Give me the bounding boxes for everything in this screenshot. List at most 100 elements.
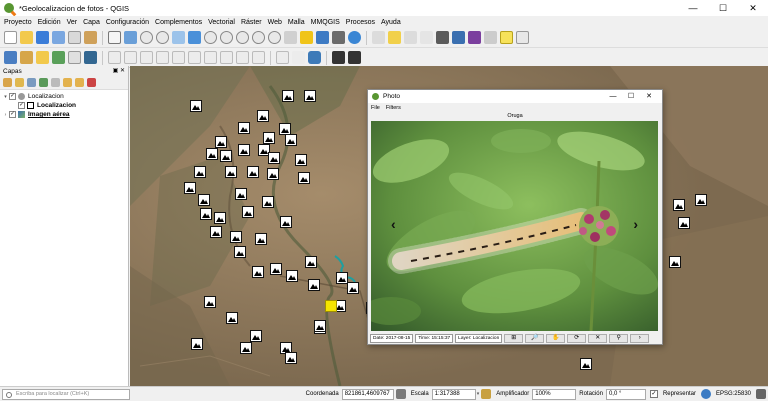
- show-bookmarks-icon[interactable]: [316, 31, 329, 44]
- save-edits-icon[interactable]: [124, 51, 137, 64]
- photo-marker-icon[interactable]: [234, 246, 246, 258]
- field-calculator-icon[interactable]: [436, 31, 449, 44]
- locator-search-input[interactable]: Escriba para localizar (Ctrl+K): [2, 388, 130, 400]
- digitize-icon[interactable]: [140, 51, 153, 64]
- photo-marker-icon[interactable]: [262, 196, 274, 208]
- cut-features-icon[interactable]: [188, 51, 201, 64]
- photo-marker-icon[interactable]: [257, 110, 269, 122]
- photo-marker-icon[interactable]: [267, 168, 279, 180]
- photo-marker-icon[interactable]: [695, 194, 707, 206]
- photo-marker-icon[interactable]: [190, 100, 202, 112]
- photo-marker-icon[interactable]: [270, 263, 282, 275]
- refresh-icon[interactable]: [348, 31, 361, 44]
- pan-to-photo-button[interactable]: ✋: [546, 333, 566, 343]
- save-as-icon[interactable]: [52, 31, 65, 44]
- zoom-selection-icon[interactable]: [204, 31, 217, 44]
- photo-marker-icon[interactable]: [204, 296, 216, 308]
- add-group-icon[interactable]: [15, 78, 24, 87]
- identify-icon[interactable]: [372, 31, 385, 44]
- new-project-icon[interactable]: [4, 31, 17, 44]
- photo-marker-icon[interactable]: [678, 217, 690, 229]
- photo-marker-icon[interactable]: [250, 330, 262, 342]
- menu-raster[interactable]: Ráster: [241, 19, 262, 26]
- new-geopackage-icon[interactable]: [20, 51, 33, 64]
- photo-marker-icon[interactable]: [194, 166, 206, 178]
- photo-marker-icon[interactable]: [198, 194, 210, 206]
- photo-marker-icon[interactable]: [247, 166, 259, 178]
- add-vector-icon[interactable]: [36, 51, 49, 64]
- menu-web[interactable]: Web: [268, 19, 282, 26]
- menu-procesos[interactable]: Procesos: [346, 19, 375, 26]
- menu-ayuda[interactable]: Ayuda: [381, 19, 401, 26]
- lock-scale-icon[interactable]: [481, 389, 492, 399]
- add-delimited-text-icon[interactable]: [68, 51, 81, 64]
- select-features-icon[interactable]: [388, 31, 401, 44]
- remove-layer-icon[interactable]: [87, 78, 96, 87]
- filter-legend-icon[interactable]: [39, 78, 48, 87]
- messages-icon[interactable]: [756, 389, 766, 399]
- photo-marker-icon[interactable]: [210, 226, 222, 238]
- measure-icon[interactable]: [484, 31, 497, 44]
- photo-marker-icon[interactable]: [206, 148, 218, 160]
- photo-marker-icon[interactable]: [673, 199, 685, 211]
- previous-photo-button[interactable]: ‹: [391, 216, 396, 232]
- menu-edicion[interactable]: Edición: [38, 19, 61, 26]
- photo-marker-icon[interactable]: [220, 150, 232, 162]
- layer-subitem-row[interactable]: ✓ Localizacion: [2, 101, 128, 110]
- delete-photo-button[interactable]: ✕: [588, 333, 608, 343]
- photo-marker-icon[interactable]: [669, 256, 681, 268]
- photo-marker-icon[interactable]: [242, 206, 254, 218]
- zoom-to-photo-button[interactable]: 🔎: [525, 333, 545, 343]
- photo-close-button[interactable]: ✕: [640, 90, 658, 103]
- temporal-controller-icon[interactable]: [332, 31, 345, 44]
- zoom-last-icon[interactable]: [252, 31, 265, 44]
- photo-marker-icon[interactable]: [230, 231, 242, 243]
- gallery-button[interactable]: ⊞: [504, 333, 524, 343]
- layer-visibility-checkbox[interactable]: ✓: [9, 111, 16, 118]
- scale-field[interactable]: 1:317388: [431, 388, 476, 400]
- panel-float-close-controls[interactable]: ▣ ✕: [113, 67, 125, 74]
- crs-globe-icon[interactable]: [700, 389, 711, 399]
- photo-menu-filters[interactable]: Filters: [386, 105, 401, 111]
- menu-malla[interactable]: Malla: [288, 19, 305, 26]
- photo-marker-icon[interactable]: [263, 132, 275, 144]
- next-photo-button[interactable]: ›: [633, 216, 638, 232]
- zoom-native-icon[interactable]: [236, 31, 249, 44]
- import-photos-icon[interactable]: [348, 51, 361, 64]
- render-checkbox[interactable]: ✓: [649, 390, 658, 398]
- photo-marker-icon[interactable]: [268, 152, 280, 164]
- layer-visibility-checkbox[interactable]: ✓: [9, 93, 16, 100]
- add-raster-icon[interactable]: [52, 51, 65, 64]
- bookmark-icon[interactable]: [300, 31, 313, 44]
- raster-layer-row[interactable]: › ✓ Imagen aérea: [2, 110, 128, 119]
- pan-icon[interactable]: [108, 31, 121, 44]
- photo-marker-icon[interactable]: [255, 233, 267, 245]
- save-project-icon[interactable]: [36, 31, 49, 44]
- menu-capa[interactable]: Capa: [83, 19, 100, 26]
- layer-group-row[interactable]: ▾ ✓ Localizacion: [2, 92, 128, 101]
- photo-marker-icon[interactable]: [238, 144, 250, 156]
- rotate-photo-button[interactable]: ⟳: [567, 333, 587, 343]
- zoom-rubber-band-icon[interactable]: [172, 31, 185, 44]
- delete-selected-icon[interactable]: [172, 51, 185, 64]
- crs-label[interactable]: EPSG:25830: [716, 391, 751, 397]
- photo-marker-icon[interactable]: [226, 312, 238, 324]
- coordinate-toggle-icon[interactable]: [395, 389, 406, 399]
- next-button[interactable]: ›: [630, 333, 650, 343]
- photo-menu-file[interactable]: File: [371, 105, 380, 111]
- close-button[interactable]: ✕: [738, 0, 768, 16]
- photo-marker-icon[interactable]: [225, 166, 237, 178]
- photo-marker-icon[interactable]: [184, 182, 196, 194]
- copy-features-icon[interactable]: [204, 51, 217, 64]
- photo-marker-icon[interactable]: [215, 136, 227, 148]
- photo-marker-icon[interactable]: [285, 134, 297, 146]
- collapse-arrow-icon[interactable]: ▾: [2, 94, 9, 100]
- add-postgis-icon[interactable]: [84, 51, 97, 64]
- annotation-icon[interactable]: [500, 31, 513, 44]
- zoom-full-icon[interactable]: [188, 31, 201, 44]
- search-photo-button[interactable]: ⚲: [609, 333, 629, 343]
- menu-complementos[interactable]: Complementos: [155, 19, 202, 26]
- statistics-icon[interactable]: [468, 31, 481, 44]
- photo-marker-icon[interactable]: [347, 282, 359, 294]
- vertex-tool-icon[interactable]: [156, 51, 169, 64]
